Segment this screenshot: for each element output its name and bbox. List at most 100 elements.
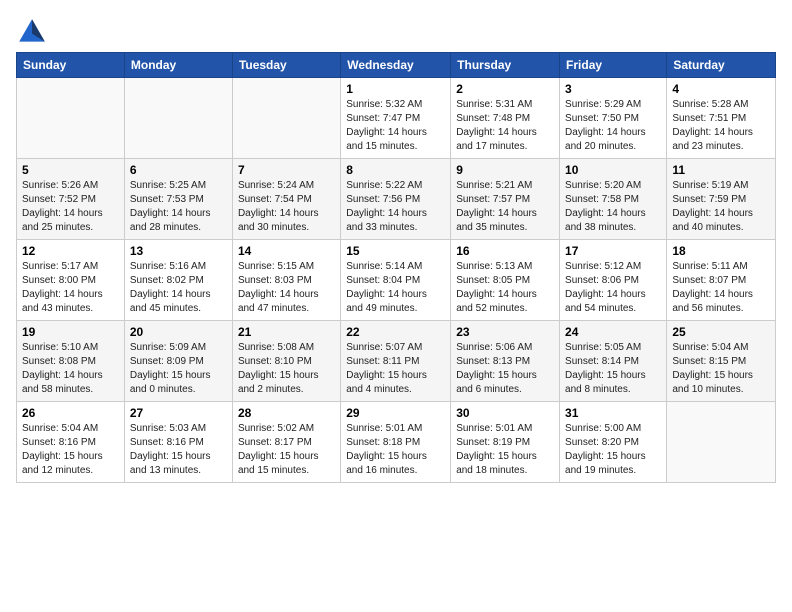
day-info: Sunrise: 5:22 AM Sunset: 7:56 PM Dayligh… xyxy=(346,179,445,235)
day-info: Sunrise: 5:01 AM Sunset: 8:19 PM Dayligh… xyxy=(456,422,554,478)
day-number: 6 xyxy=(130,163,227,177)
day-info: Sunrise: 5:04 AM Sunset: 8:16 PM Dayligh… xyxy=(22,422,119,478)
day-number: 23 xyxy=(456,325,554,339)
calendar-cell: 3 Sunrise: 5:29 AM Sunset: 7:50 PM Daylig… xyxy=(560,78,667,159)
day-info: Sunrise: 5:10 AM Sunset: 8:08 PM Dayligh… xyxy=(22,341,119,397)
calendar-cell: 24Sunrise: 5:05 AM Sunset: 8:14 PM Dayli… xyxy=(560,321,667,402)
calendar-cell: 16Sunrise: 5:13 AM Sunset: 8:05 PM Dayli… xyxy=(451,240,560,321)
day-number: 7 xyxy=(238,163,335,177)
day-number: 4 xyxy=(672,82,770,96)
calendar-week-row: 5 Sunrise: 5:26 AM Sunset: 7:52 PM Daylig… xyxy=(17,159,776,240)
day-header-wednesday: Wednesday xyxy=(341,53,451,78)
day-number: 27 xyxy=(130,406,227,420)
day-number: 22 xyxy=(346,325,445,339)
calendar-cell: 10 Sunrise: 5:20 AM Sunset: 7:58 PM Dayli… xyxy=(560,159,667,240)
calendar-cell: 28 Sunrise: 5:02 AM Sunset: 8:17 PM Dayli… xyxy=(232,402,340,483)
day-number: 25 xyxy=(672,325,770,339)
calendar-cell: 4 Sunrise: 5:28 AM Sunset: 7:51 PM Daylig… xyxy=(667,78,776,159)
calendar-cell xyxy=(124,78,232,159)
day-info: Sunrise: 5:19 AM Sunset: 7:59 PM Dayligh… xyxy=(672,179,770,235)
day-info: Sunrise: 5:00 AM Sunset: 8:20 PM Dayligh… xyxy=(565,422,661,478)
calendar-cell: 17 Sunrise: 5:12 AM Sunset: 8:06 PM Dayli… xyxy=(560,240,667,321)
day-info: Sunrise: 5:31 AM Sunset: 7:48 PM Dayligh… xyxy=(456,98,554,154)
day-header-tuesday: Tuesday xyxy=(232,53,340,78)
calendar-cell: 18Sunrise: 5:11 AM Sunset: 8:07 PM Dayli… xyxy=(667,240,776,321)
calendar-header-row: SundayMondayTuesdayWednesdayThursdayFrid… xyxy=(17,53,776,78)
day-number: 3 xyxy=(565,82,661,96)
calendar-table: SundayMondayTuesdayWednesdayThursdayFrid… xyxy=(16,52,776,483)
calendar-cell: 8 Sunrise: 5:22 AM Sunset: 7:56 PM Daylig… xyxy=(341,159,451,240)
logo xyxy=(16,16,52,48)
calendar-cell xyxy=(232,78,340,159)
calendar-cell: 26 Sunrise: 5:04 AM Sunset: 8:16 PM Dayli… xyxy=(17,402,125,483)
day-number: 29 xyxy=(346,406,445,420)
day-number: 5 xyxy=(22,163,119,177)
day-info: Sunrise: 5:28 AM Sunset: 7:51 PM Dayligh… xyxy=(672,98,770,154)
day-number: 30 xyxy=(456,406,554,420)
calendar-cell: 29 Sunrise: 5:01 AM Sunset: 8:18 PM Dayli… xyxy=(341,402,451,483)
calendar-cell: 15 Sunrise: 5:14 AM Sunset: 8:04 PM Dayli… xyxy=(341,240,451,321)
day-number: 20 xyxy=(130,325,227,339)
calendar-cell: 21 Sunrise: 5:08 AM Sunset: 8:10 PM Dayli… xyxy=(232,321,340,402)
day-info: Sunrise: 5:16 AM Sunset: 8:02 PM Dayligh… xyxy=(130,260,227,316)
day-info: Sunrise: 5:08 AM Sunset: 8:10 PM Dayligh… xyxy=(238,341,335,397)
day-number: 26 xyxy=(22,406,119,420)
calendar-cell: 2 Sunrise: 5:31 AM Sunset: 7:48 PM Daylig… xyxy=(451,78,560,159)
day-info: Sunrise: 5:07 AM Sunset: 8:11 PM Dayligh… xyxy=(346,341,445,397)
day-number: 1 xyxy=(346,82,445,96)
day-number: 13 xyxy=(130,244,227,258)
calendar-cell: 1 Sunrise: 5:32 AM Sunset: 7:47 PM Daylig… xyxy=(341,78,451,159)
day-number: 8 xyxy=(346,163,445,177)
day-info: Sunrise: 5:01 AM Sunset: 8:18 PM Dayligh… xyxy=(346,422,445,478)
day-info: Sunrise: 5:14 AM Sunset: 8:04 PM Dayligh… xyxy=(346,260,445,316)
day-info: Sunrise: 5:32 AM Sunset: 7:47 PM Dayligh… xyxy=(346,98,445,154)
day-number: 17 xyxy=(565,244,661,258)
day-header-saturday: Saturday xyxy=(667,53,776,78)
calendar-cell: 7 Sunrise: 5:24 AM Sunset: 7:54 PM Daylig… xyxy=(232,159,340,240)
day-info: Sunrise: 5:25 AM Sunset: 7:53 PM Dayligh… xyxy=(130,179,227,235)
calendar-cell: 9Sunrise: 5:21 AM Sunset: 7:57 PM Daylig… xyxy=(451,159,560,240)
calendar-cell: 27 Sunrise: 5:03 AM Sunset: 8:16 PM Dayli… xyxy=(124,402,232,483)
calendar-cell xyxy=(667,402,776,483)
calendar-cell: 19 Sunrise: 5:10 AM Sunset: 8:08 PM Dayli… xyxy=(17,321,125,402)
calendar-cell: 20 Sunrise: 5:09 AM Sunset: 8:09 PM Dayli… xyxy=(124,321,232,402)
day-number: 15 xyxy=(346,244,445,258)
calendar-cell: 31 Sunrise: 5:00 AM Sunset: 8:20 PM Dayli… xyxy=(560,402,667,483)
logo-icon xyxy=(16,16,48,48)
day-info: Sunrise: 5:20 AM Sunset: 7:58 PM Dayligh… xyxy=(565,179,661,235)
calendar-week-row: 12Sunrise: 5:17 AM Sunset: 8:00 PM Dayli… xyxy=(17,240,776,321)
calendar-cell: 30 Sunrise: 5:01 AM Sunset: 8:19 PM Dayli… xyxy=(451,402,560,483)
day-number: 21 xyxy=(238,325,335,339)
day-number: 18 xyxy=(672,244,770,258)
calendar-cell: 12Sunrise: 5:17 AM Sunset: 8:00 PM Dayli… xyxy=(17,240,125,321)
day-number: 10 xyxy=(565,163,661,177)
day-info: Sunrise: 5:13 AM Sunset: 8:05 PM Dayligh… xyxy=(456,260,554,316)
day-info: Sunrise: 5:04 AM Sunset: 8:15 PM Dayligh… xyxy=(672,341,770,397)
day-info: Sunrise: 5:24 AM Sunset: 7:54 PM Dayligh… xyxy=(238,179,335,235)
day-info: Sunrise: 5:26 AM Sunset: 7:52 PM Dayligh… xyxy=(22,179,119,235)
day-info: Sunrise: 5:17 AM Sunset: 8:00 PM Dayligh… xyxy=(22,260,119,316)
calendar-cell: 23Sunrise: 5:06 AM Sunset: 8:13 PM Dayli… xyxy=(451,321,560,402)
calendar-week-row: 26 Sunrise: 5:04 AM Sunset: 8:16 PM Dayli… xyxy=(17,402,776,483)
day-info: Sunrise: 5:03 AM Sunset: 8:16 PM Dayligh… xyxy=(130,422,227,478)
day-number: 11 xyxy=(672,163,770,177)
day-header-thursday: Thursday xyxy=(451,53,560,78)
calendar-week-row: 1 Sunrise: 5:32 AM Sunset: 7:47 PM Daylig… xyxy=(17,78,776,159)
calendar-week-row: 19 Sunrise: 5:10 AM Sunset: 8:08 PM Dayli… xyxy=(17,321,776,402)
day-number: 31 xyxy=(565,406,661,420)
calendar-cell xyxy=(17,78,125,159)
day-number: 2 xyxy=(456,82,554,96)
day-number: 19 xyxy=(22,325,119,339)
calendar-cell: 6 Sunrise: 5:25 AM Sunset: 7:53 PM Daylig… xyxy=(124,159,232,240)
day-info: Sunrise: 5:09 AM Sunset: 8:09 PM Dayligh… xyxy=(130,341,227,397)
calendar-cell: 14 Sunrise: 5:15 AM Sunset: 8:03 PM Dayli… xyxy=(232,240,340,321)
day-info: Sunrise: 5:12 AM Sunset: 8:06 PM Dayligh… xyxy=(565,260,661,316)
calendar-cell: 25 Sunrise: 5:04 AM Sunset: 8:15 PM Dayli… xyxy=(667,321,776,402)
day-info: Sunrise: 5:15 AM Sunset: 8:03 PM Dayligh… xyxy=(238,260,335,316)
day-number: 24 xyxy=(565,325,661,339)
day-number: 14 xyxy=(238,244,335,258)
day-number: 28 xyxy=(238,406,335,420)
page-header xyxy=(16,16,776,48)
day-info: Sunrise: 5:02 AM Sunset: 8:17 PM Dayligh… xyxy=(238,422,335,478)
day-info: Sunrise: 5:29 AM Sunset: 7:50 PM Dayligh… xyxy=(565,98,661,154)
